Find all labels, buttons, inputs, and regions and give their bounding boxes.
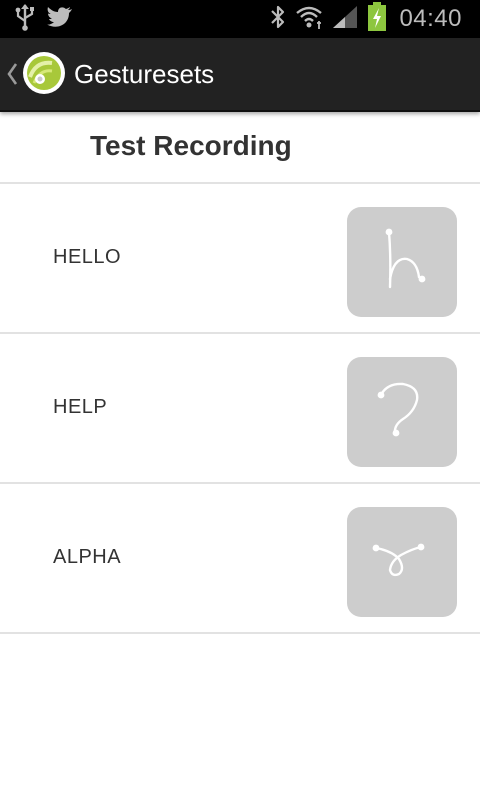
- gesture-app-logo-icon[interactable]: [22, 51, 66, 95]
- signal-icon: [331, 4, 359, 35]
- gesture-name: HELLO: [53, 246, 122, 268]
- system-icons: 04:40: [269, 1, 462, 37]
- gesture-question-mark-icon[interactable]: [347, 357, 457, 467]
- gesture-name: HELP: [53, 396, 108, 418]
- wifi-icon: [295, 4, 323, 35]
- gesture-row-hello[interactable]: HELLO: [0, 184, 480, 334]
- twitter-bird-icon: [46, 5, 74, 34]
- gesture-row-help[interactable]: HELP: [0, 334, 480, 484]
- action-bar: Gesturesets: [0, 38, 480, 112]
- status-clock: 04:40: [399, 5, 462, 32]
- gesture-name: ALPHA: [53, 546, 122, 568]
- list-header: Test Recording: [0, 112, 480, 184]
- gesture-h-icon[interactable]: [347, 207, 457, 317]
- app-title: Gesturesets: [74, 59, 215, 89]
- chevron-left-icon[interactable]: [4, 56, 20, 92]
- gesture-row-alpha[interactable]: ALPHA: [0, 484, 480, 634]
- usb-icon: [14, 3, 36, 36]
- bluetooth-icon: [269, 4, 287, 35]
- gesture-list: Test Recording HELLO HELP ALPHA: [0, 112, 480, 634]
- status-bar: 04:40: [0, 0, 480, 38]
- gesture-alpha-loop-icon[interactable]: [347, 507, 457, 617]
- battery-charging-icon: [367, 1, 387, 37]
- gesture-set-title: Test Recording: [90, 130, 292, 161]
- notification-icons: [14, 3, 74, 36]
